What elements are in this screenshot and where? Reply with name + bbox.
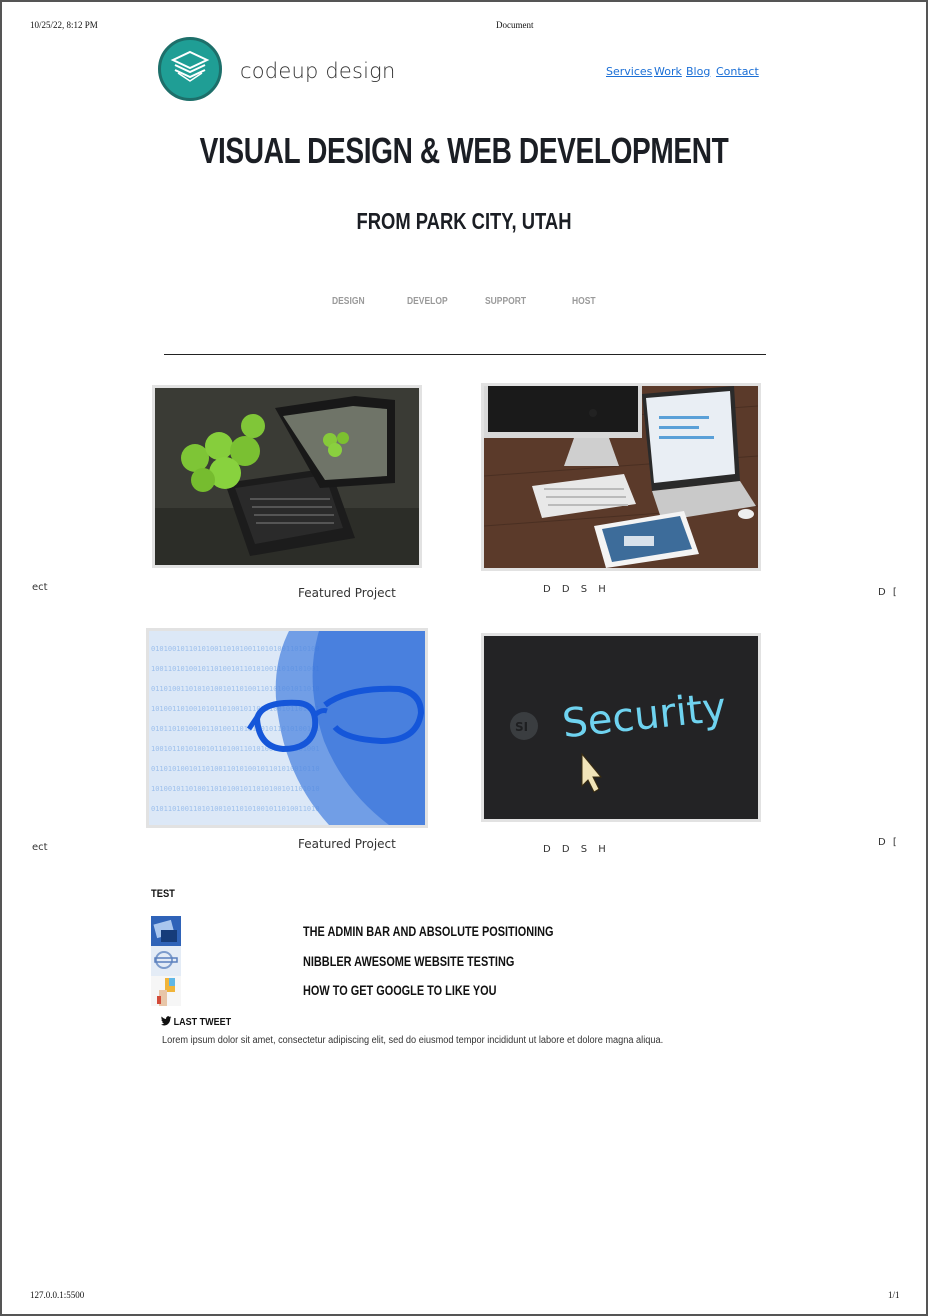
brand-name: codeup design (240, 59, 396, 83)
project-fragment-right-2: D [ (878, 837, 897, 848)
svg-text:101001011010011010100101101010: 1010010110100110101001011010100101101010 (151, 785, 320, 793)
print-datetime: 10/25/22, 8:12 PM (30, 20, 98, 30)
service-host: HOST (572, 296, 596, 307)
print-title: Document (496, 20, 534, 30)
project-image-security[interactable]: SI Security (481, 633, 761, 822)
project-image-tablet-apples[interactable] (152, 385, 422, 568)
project-image-binary-face[interactable]: 0101001011010100110101001101010011010100… (146, 628, 428, 828)
post-link-admin-bar[interactable]: THE ADMIN BAR AND ABSOLUTE POSITIONING (303, 923, 554, 939)
featured-project-caption-2: Featured Project (298, 837, 396, 851)
twitter-bird-icon (161, 1016, 172, 1029)
nav-work[interactable]: Work (654, 65, 682, 78)
last-tweet-title: LAST TWEET (173, 1017, 232, 1028)
brand-logo[interactable] (158, 37, 222, 101)
project-letters-2: D D S H (543, 844, 606, 855)
project-fragment-right-1: D [ (878, 587, 897, 598)
print-page-number: 1/1 (888, 1290, 900, 1300)
section-divider (164, 354, 766, 355)
nav-services[interactable]: Services (606, 65, 652, 78)
post-link-nibbler[interactable]: NIBBLER AWESOME WEBSITE TESTING (303, 953, 514, 969)
project-letters-1: D D S H (543, 584, 606, 595)
hero-title: VISUAL DESIGN & WEB DEVELOPMENT (199, 130, 729, 171)
test-heading: TEST (151, 888, 175, 900)
featured-project-caption-1: Featured Project (298, 586, 396, 600)
last-tweet-body: Lorem ipsum dolor sit amet, consectetur … (162, 1035, 664, 1046)
print-url: 127.0.0.1:5500 (30, 1290, 85, 1300)
svg-text:SI: SI (515, 720, 528, 734)
svg-text:010110100110101001011010100101: 0101101001101010010110101001011010011010 (151, 805, 320, 813)
post-link-google[interactable]: HOW TO GET GOOGLE TO LIKE YOU (303, 982, 497, 998)
post-thumbnail-1[interactable] (151, 916, 181, 946)
hero-subtitle: FROM PARK CITY, UTAH (356, 208, 572, 234)
nav-contact[interactable]: Contact (716, 65, 759, 78)
service-develop: DEVELOP (407, 296, 448, 307)
post-thumbnail-2[interactable] (151, 946, 181, 976)
last-tweet-heading: LAST TWEET (161, 1016, 231, 1029)
project-fragment-left-2: ect (32, 842, 48, 853)
service-design: DESIGN (332, 296, 365, 307)
project-image-desk-devices[interactable] (481, 383, 761, 571)
service-support: SUPPORT (485, 296, 527, 307)
post-thumbnail-3[interactable] (151, 976, 181, 1006)
project-fragment-left-1: ect (32, 582, 48, 593)
layers-icon (170, 50, 210, 89)
nav-blog[interactable]: Blog (686, 65, 710, 78)
